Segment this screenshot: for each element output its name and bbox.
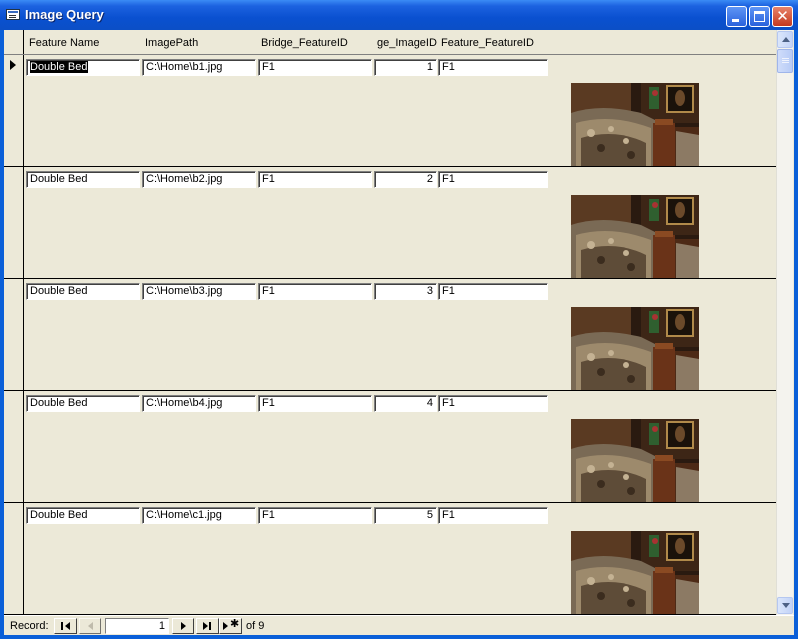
title-bar[interactable]: Image Query ✕ [0,0,798,30]
column-header: Feature Name ImagePath Bridge_FeatureID … [24,30,776,54]
image-id-field[interactable]: 2 [374,171,437,188]
vertical-scrollbar[interactable] [776,30,793,615]
image-path-field[interactable]: C:\Home\b2.jpg [142,171,256,188]
feature-feature-id-field[interactable]: F1 [438,59,548,76]
feature-feature-id-field[interactable]: F1 [438,283,548,300]
current-record-arrow-icon [10,60,16,70]
previous-record-button[interactable] [79,618,101,634]
grip-icon [782,58,789,59]
maximize-icon [754,11,765,22]
scroll-up-button[interactable] [777,31,793,48]
last-record-button[interactable] [196,618,219,634]
next-record-button[interactable] [172,618,194,634]
header-bridge-feature-id: Bridge_FeatureID [261,37,348,49]
record-label: Record: [10,620,49,632]
bridge-feature-id-field[interactable]: F1 [258,283,372,300]
minimize-button[interactable] [726,6,747,27]
record-navigation-bar: Record: 1 ✱ of 9 [4,615,794,635]
bridge-feature-id-field[interactable]: F1 [258,171,372,188]
form-icon[interactable] [6,9,20,20]
form-body: Feature Name ImagePath Bridge_FeatureID … [4,30,794,635]
close-button[interactable]: ✕ [772,6,793,27]
feature-feature-id-field[interactable]: F1 [438,395,548,412]
close-icon: ✕ [776,7,789,25]
image-path-field[interactable]: C:\Home\b1.jpg [142,59,256,76]
window-title: Image Query [25,7,104,22]
record-row: Double Bed C:\Home\b3.jpg F1 3 F1 [4,279,776,391]
image-id-field[interactable]: 1 [374,59,437,76]
image-id-field[interactable]: 4 [374,395,437,412]
record-total: 9 [258,620,265,632]
record-row: Double Bed C:\Home\b1.jpg F1 1 F1 [4,55,776,167]
image-id-field[interactable]: 5 [374,507,437,524]
record-number-input[interactable]: 1 [105,618,169,634]
maximize-button[interactable] [749,6,770,27]
bridge-feature-id-field[interactable]: F1 [258,395,372,412]
record-row: Double Bed C:\Home\b2.jpg F1 2 F1 [4,167,776,279]
chevron-down-icon [782,603,790,608]
header-feature-name: Feature Name [29,37,100,49]
record-of-label: of 9 [246,620,265,632]
scroll-thumb[interactable] [777,49,793,73]
bed-photo [571,83,699,167]
bed-photo [571,307,699,391]
image-id-field[interactable]: 3 [374,283,437,300]
bridge-feature-id-field[interactable]: F1 [258,59,372,76]
new-record-button[interactable]: ✱ [219,617,242,634]
feature-name-field[interactable]: Double Bed [26,283,140,300]
feature-name-field[interactable]: Double Bed [26,395,140,412]
minimize-icon [732,19,739,22]
bed-photo [571,419,699,503]
first-record-button[interactable] [54,618,77,634]
header-image-id: ge_ImageID [377,37,437,49]
record-row: Double Bed C:\Home\c1.jpg F1 5 F1 [4,503,776,615]
bed-photo [571,531,699,615]
app-window: Image Query ✕ Feature Name ImagePath Bri… [0,0,798,639]
bed-photo [571,195,699,279]
image-path-field[interactable]: C:\Home\b3.jpg [142,283,256,300]
record-row: Double Bed C:\Home\b4.jpg F1 4 F1 [4,391,776,503]
feature-feature-id-field[interactable]: F1 [438,507,548,524]
header-image-path: ImagePath [145,37,199,49]
image-path-field[interactable]: C:\Home\b4.jpg [142,395,256,412]
feature-feature-id-field[interactable]: F1 [438,171,548,188]
image-path-field[interactable]: C:\Home\c1.jpg [142,507,256,524]
feature-name-field[interactable]: Double Bed [26,59,140,76]
chevron-up-icon [782,37,790,42]
scroll-down-button[interactable] [777,597,793,614]
bridge-feature-id-field[interactable]: F1 [258,507,372,524]
header-feature-feature-id: Feature_FeatureID [441,37,534,49]
feature-name-field[interactable]: Double Bed [26,171,140,188]
feature-name-field[interactable]: Double Bed [26,507,140,524]
